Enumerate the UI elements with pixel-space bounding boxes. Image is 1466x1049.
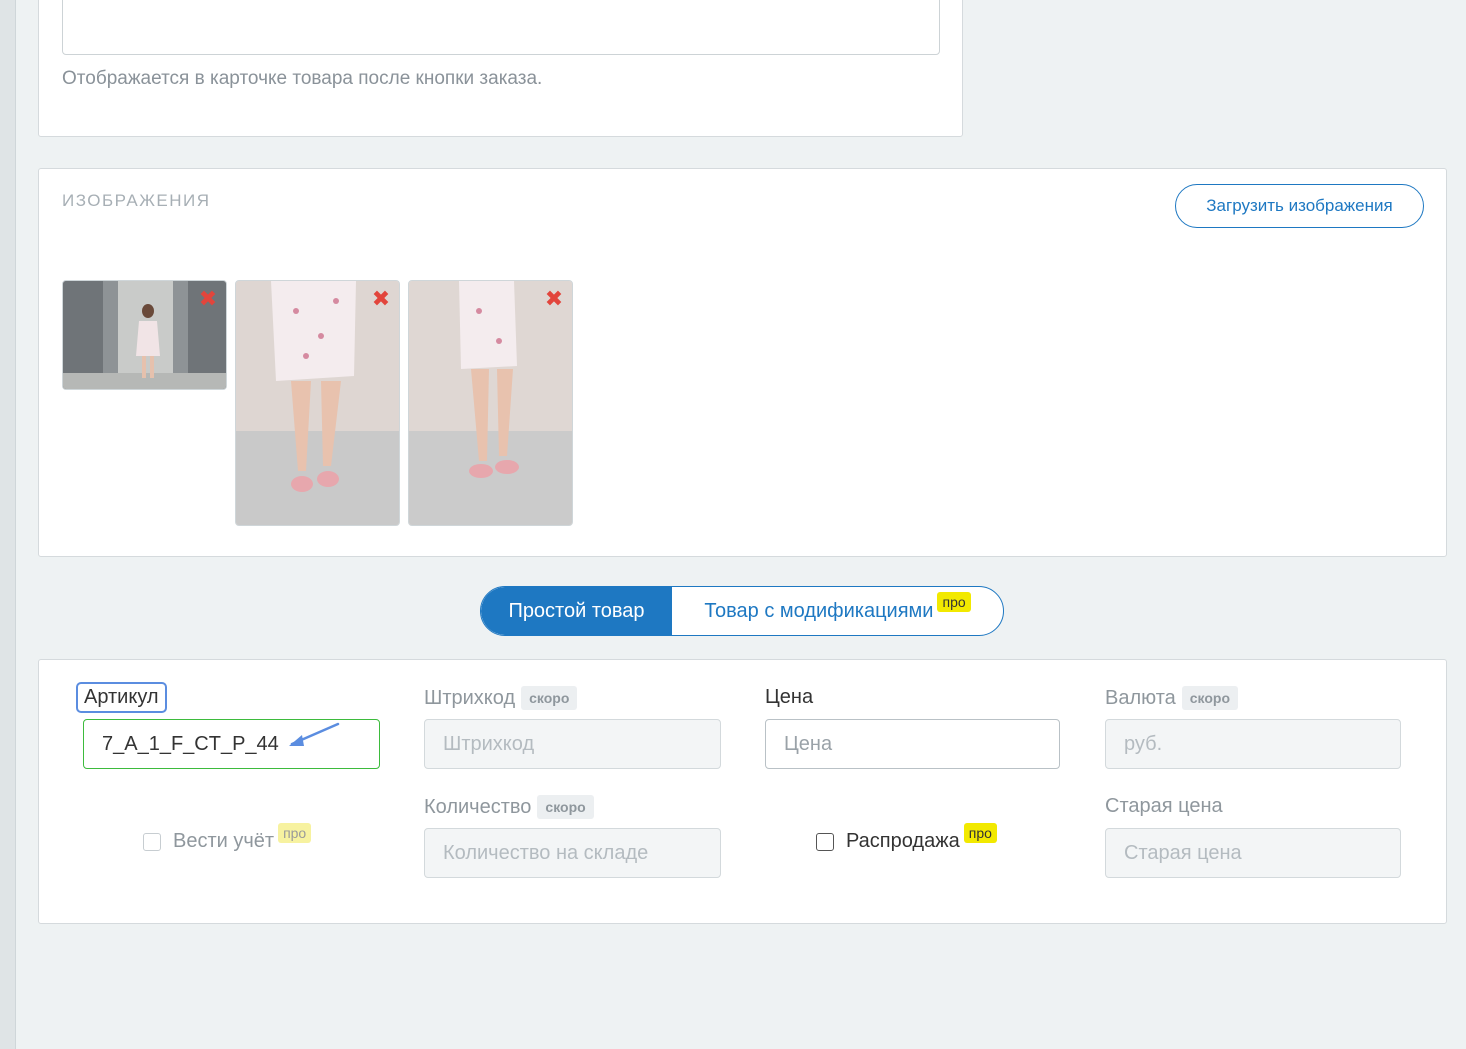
barcode-input[interactable]: Штрихкод: [424, 719, 721, 769]
sku-input-value: 7_A_1_F_CT_P_44: [102, 732, 279, 755]
track-stock-label: Вести учёт: [173, 830, 275, 852]
pro-badge: про: [963, 822, 997, 843]
description-card: Отображается в карточке товара после кно…: [38, 0, 963, 137]
old-price-label-text: Старая цена: [1105, 795, 1223, 817]
currency-value: руб.: [1124, 732, 1163, 755]
sku-label-text: Артикул: [84, 686, 159, 708]
images-section-title: ИЗОБРАЖЕНИЯ: [62, 191, 211, 210]
product-type-toggle: Простой товар Товар с модификациями про: [480, 586, 1004, 636]
soon-badge: скоро: [521, 686, 578, 710]
soon-badge: скоро: [1181, 686, 1239, 710]
old-price-label: Старая цена: [1105, 795, 1223, 818]
sku-label: Артикул: [76, 682, 167, 713]
sale-label: Распродажа: [846, 830, 960, 852]
annotation-arrow-icon: [289, 722, 340, 746]
price-label: Цена: [765, 686, 813, 709]
description-hint: Отображается в карточке товара после кно…: [62, 68, 543, 89]
currency-select[interactable]: руб.: [1105, 719, 1401, 769]
barcode-label-text: Штрихкод: [424, 686, 516, 709]
price-input[interactable]: Цена: [765, 719, 1060, 769]
thumbnail-image: [409, 281, 572, 525]
quantity-placeholder: Количество на складе: [443, 841, 649, 864]
track-stock-checkbox[interactable]: Вести учёт про: [143, 822, 312, 853]
upload-images-button[interactable]: Загрузить изображения: [1175, 184, 1424, 228]
remove-image-icon[interactable]: ✖: [371, 288, 391, 310]
quantity-label-text: Количество: [424, 795, 532, 818]
image-thumbnail[interactable]: ✖: [235, 280, 400, 526]
currency-label-text: Валюта: [1105, 686, 1176, 709]
price-label-text: Цена: [765, 686, 814, 708]
barcode-placeholder: Штрихкод: [443, 732, 535, 755]
pro-badge: про: [278, 822, 312, 843]
barcode-label: Штрихкод скоро: [424, 686, 578, 710]
simple-product-option[interactable]: Простой товар: [481, 587, 672, 635]
old-price-placeholder: Старая цена: [1124, 841, 1242, 864]
currency-label: Валюта скоро: [1105, 686, 1239, 710]
product-with-modifications-option[interactable]: Товар с модификациями про: [672, 587, 1003, 635]
pro-badge: про: [937, 592, 971, 612]
price-placeholder: Цена: [784, 732, 833, 755]
image-thumbnail[interactable]: ✖: [408, 280, 573, 526]
old-price-input[interactable]: Старая цена: [1105, 828, 1401, 878]
thumbnail-image: [236, 281, 399, 525]
remove-image-icon[interactable]: ✖: [544, 288, 564, 310]
images-card: ИЗОБРАЖЕНИЯ Загрузить изображения ✖ ✖ ✖: [38, 168, 1447, 557]
quantity-label: Количество скоро: [424, 795, 594, 819]
image-thumbnail[interactable]: ✖: [62, 280, 227, 390]
with-modifications-label: Товар с модификациями: [704, 599, 934, 622]
simple-product-label: Простой товар: [508, 599, 645, 622]
sale-checkbox[interactable]: Распродажа про: [816, 822, 997, 853]
remove-image-icon[interactable]: ✖: [198, 288, 218, 310]
quantity-input[interactable]: Количество на складе: [424, 828, 721, 878]
description-textarea[interactable]: [62, 0, 940, 55]
checkbox-box[interactable]: [816, 832, 834, 851]
soon-badge: скоро: [537, 795, 594, 819]
left-sidebar-edge: [0, 0, 16, 1049]
checkbox-box[interactable]: [143, 832, 161, 851]
